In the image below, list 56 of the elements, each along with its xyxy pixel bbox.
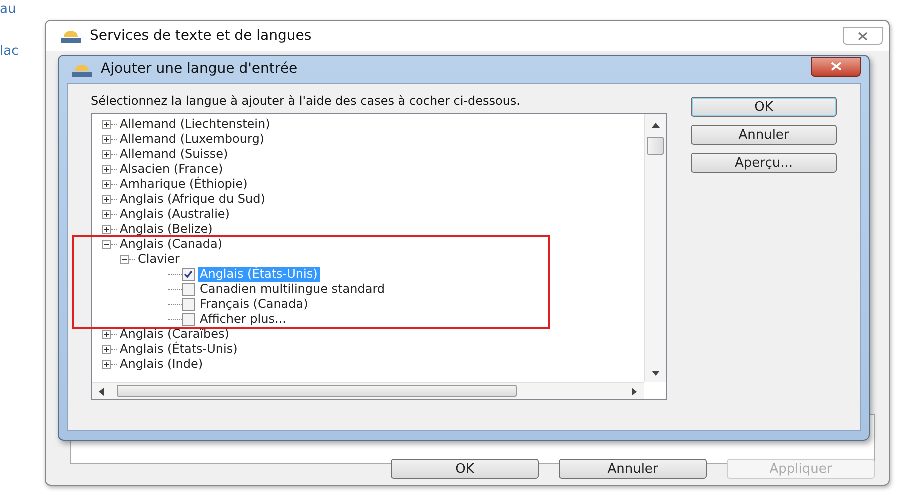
expand-icon[interactable] [102,360,111,369]
dialog-button[interactable]: OK [391,459,539,479]
tree-item[interactable]: Anglais (Caraïbes) [120,327,230,342]
collapse-icon[interactable] [120,255,129,264]
close-icon [858,32,868,40]
horizontal-scrollbar[interactable] [92,382,644,399]
dialog-title: Ajouter une langue d'entrée [101,60,298,79]
scroll-thumb[interactable] [647,137,664,155]
collapse-icon[interactable] [102,240,111,249]
dialog-button[interactable]: Annuler [559,459,707,479]
dialog-button[interactable]: OK [691,97,837,117]
close-button[interactable] [811,56,861,76]
expand-icon[interactable] [102,150,111,159]
close-button[interactable] [843,27,883,45]
up-arrow-icon[interactable] [652,123,660,128]
tree-item[interactable]: Anglais (Australie) [120,207,230,222]
tree-item[interactable]: Amharique (Éthiopie) [120,177,248,192]
scroll-thumb[interactable] [117,385,517,397]
tree-item[interactable]: Afficher plus... [198,312,288,327]
tree-item[interactable]: Anglais (Belize) [120,222,213,237]
tree-item[interactable]: Allemand (Liechtenstein) [120,117,270,132]
left-arrow-icon[interactable] [99,388,104,396]
expand-icon[interactable] [102,210,111,219]
expand-icon[interactable] [102,195,111,204]
tree-item[interactable]: Anglais (Canada) [120,237,223,252]
tree-item[interactable]: Clavier [138,252,180,267]
instruction-text: Sélectionnez la langue à ajouter à l'aide des cases à cocher ci-dessous. [91,95,522,108]
tree-item[interactable]: Canadien multilingue standard [198,282,388,297]
right-arrow-icon[interactable] [632,388,637,396]
expand-icon[interactable] [102,120,111,129]
expand-icon[interactable] [102,135,111,144]
tree-item[interactable]: Allemand (Suisse) [120,147,228,162]
expand-icon[interactable] [102,330,111,339]
background-text: lac [0,43,19,61]
tree-item[interactable]: Anglais (États-Unis) [120,342,238,357]
window-title: Services de texte et de langues [90,26,312,46]
background-text: au [0,1,16,19]
expand-icon[interactable] [102,165,111,174]
expand-icon[interactable] [102,180,111,189]
dialog-button[interactable]: Aperçu... [691,153,837,173]
checkbox[interactable] [182,298,195,311]
checkbox[interactable] [182,313,195,326]
tree-item[interactable]: Anglais (Inde) [120,357,204,372]
close-icon [830,62,842,71]
checkbox[interactable] [182,268,195,281]
dialog-button[interactable]: Annuler [691,125,837,145]
vertical-scrollbar[interactable] [644,114,666,382]
tree-item[interactable]: Allemand (Luxembourg) [120,132,264,147]
expand-icon[interactable] [102,345,111,354]
tree-item[interactable]: Anglais (Afrique du Sud) [120,192,266,207]
expand-icon[interactable] [102,225,111,234]
down-arrow-icon[interactable] [652,371,660,376]
checkbox[interactable] [182,283,195,296]
tree-item[interactable]: Français (Canada) [198,297,310,312]
checkmark-icon [184,270,193,279]
tree-item[interactable]: Alsacien (France) [120,162,224,177]
